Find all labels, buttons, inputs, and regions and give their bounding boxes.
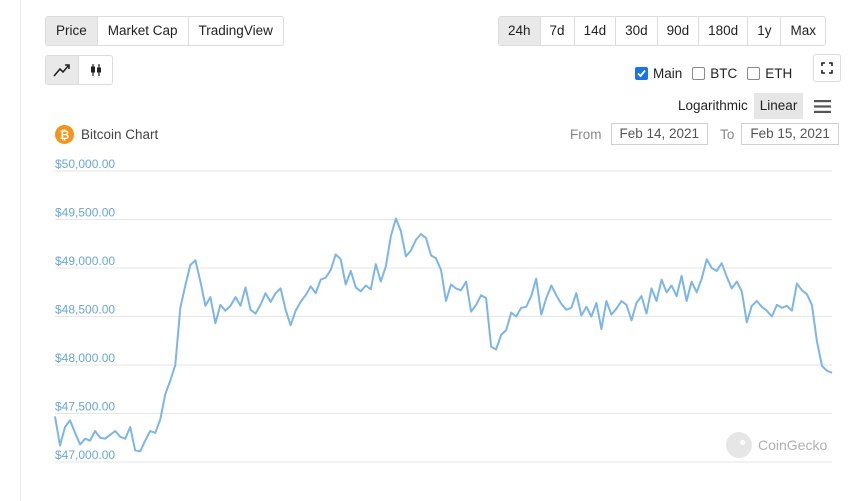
expand-button[interactable] xyxy=(813,54,841,82)
range-30d-button[interactable]: 30d xyxy=(616,17,658,45)
chart-title-text: Bitcoin Chart xyxy=(81,127,159,142)
y-tick-label: $48,500.00 xyxy=(55,303,115,317)
main-label: Main xyxy=(653,66,683,81)
eth-checkbox[interactable] xyxy=(747,67,761,80)
candlestick-button[interactable] xyxy=(79,56,112,84)
hamburger-menu-icon[interactable] xyxy=(809,93,835,119)
tab-market-cap[interactable]: Market Cap xyxy=(98,17,189,45)
range-max-button[interactable]: Max xyxy=(781,17,825,45)
line-chart-button[interactable] xyxy=(46,56,79,84)
scale-toggle: Logarithmic Linear xyxy=(672,93,835,119)
date-range: From Feb 14, 2021 To Feb 15, 2021 xyxy=(570,123,839,145)
y-tick-label: $47,500.00 xyxy=(55,400,115,414)
candlestick-icon xyxy=(90,64,101,76)
chart-title: ₿ Bitcoin Chart xyxy=(55,125,158,144)
main-checkbox[interactable] xyxy=(635,67,648,80)
tab-tradingview[interactable]: TradingView xyxy=(189,17,283,45)
coingecko-watermark: CoinGecko xyxy=(726,432,827,458)
eth-label: ETH xyxy=(765,66,793,81)
linear-button[interactable]: Linear xyxy=(753,93,804,119)
y-tick-label: $47,000.00 xyxy=(55,448,115,462)
range-1y-button[interactable]: 1y xyxy=(748,17,782,45)
y-tick-label: $48,000.00 xyxy=(55,351,115,365)
btc-checkbox[interactable] xyxy=(692,67,706,80)
from-date-input[interactable]: Feb 14, 2021 xyxy=(610,123,709,145)
y-tick-label: $50,000.00 xyxy=(55,157,115,171)
btc-label: BTC xyxy=(710,66,738,81)
range-14d-button[interactable]: 14d xyxy=(575,17,617,45)
compare-btc-option[interactable]: BTC xyxy=(692,66,737,81)
chart-tabs: Price Market Cap TradingView xyxy=(45,16,284,46)
watermark-text: CoinGecko xyxy=(758,437,828,453)
line-chart-icon xyxy=(53,64,70,77)
compare-options: Main BTC ETH xyxy=(635,66,792,81)
coingecko-logo-icon xyxy=(726,432,752,458)
from-label: From xyxy=(570,126,602,142)
price-chart: $47,000.00 $47,500.00 $48,000.00 $48,500.00… xyxy=(54,157,833,463)
to-date-input[interactable]: Feb 15, 2021 xyxy=(741,123,839,145)
chart-type-toggle xyxy=(45,55,113,85)
to-label: To xyxy=(720,126,735,142)
compare-eth-option[interactable]: ETH xyxy=(747,66,792,81)
range-7d-button[interactable]: 7d xyxy=(541,17,575,45)
y-tick-label: $49,000.00 xyxy=(55,254,115,268)
expand-icon xyxy=(821,62,833,74)
logarithmic-button[interactable]: Logarithmic xyxy=(672,93,754,119)
y-tick-label: $49,500.00 xyxy=(55,206,115,220)
tab-price[interactable]: Price xyxy=(46,17,98,45)
range-90d-button[interactable]: 90d xyxy=(658,17,700,45)
price-series-line xyxy=(54,217,833,453)
range-24h-button[interactable]: 24h xyxy=(499,17,541,45)
time-range-selector: 24h 7d 14d 30d 90d 180d 1y Max xyxy=(498,16,826,46)
compare-main-option[interactable]: Main xyxy=(635,66,682,81)
bitcoin-icon: ₿ xyxy=(55,125,74,144)
range-180d-button[interactable]: 180d xyxy=(699,17,749,45)
